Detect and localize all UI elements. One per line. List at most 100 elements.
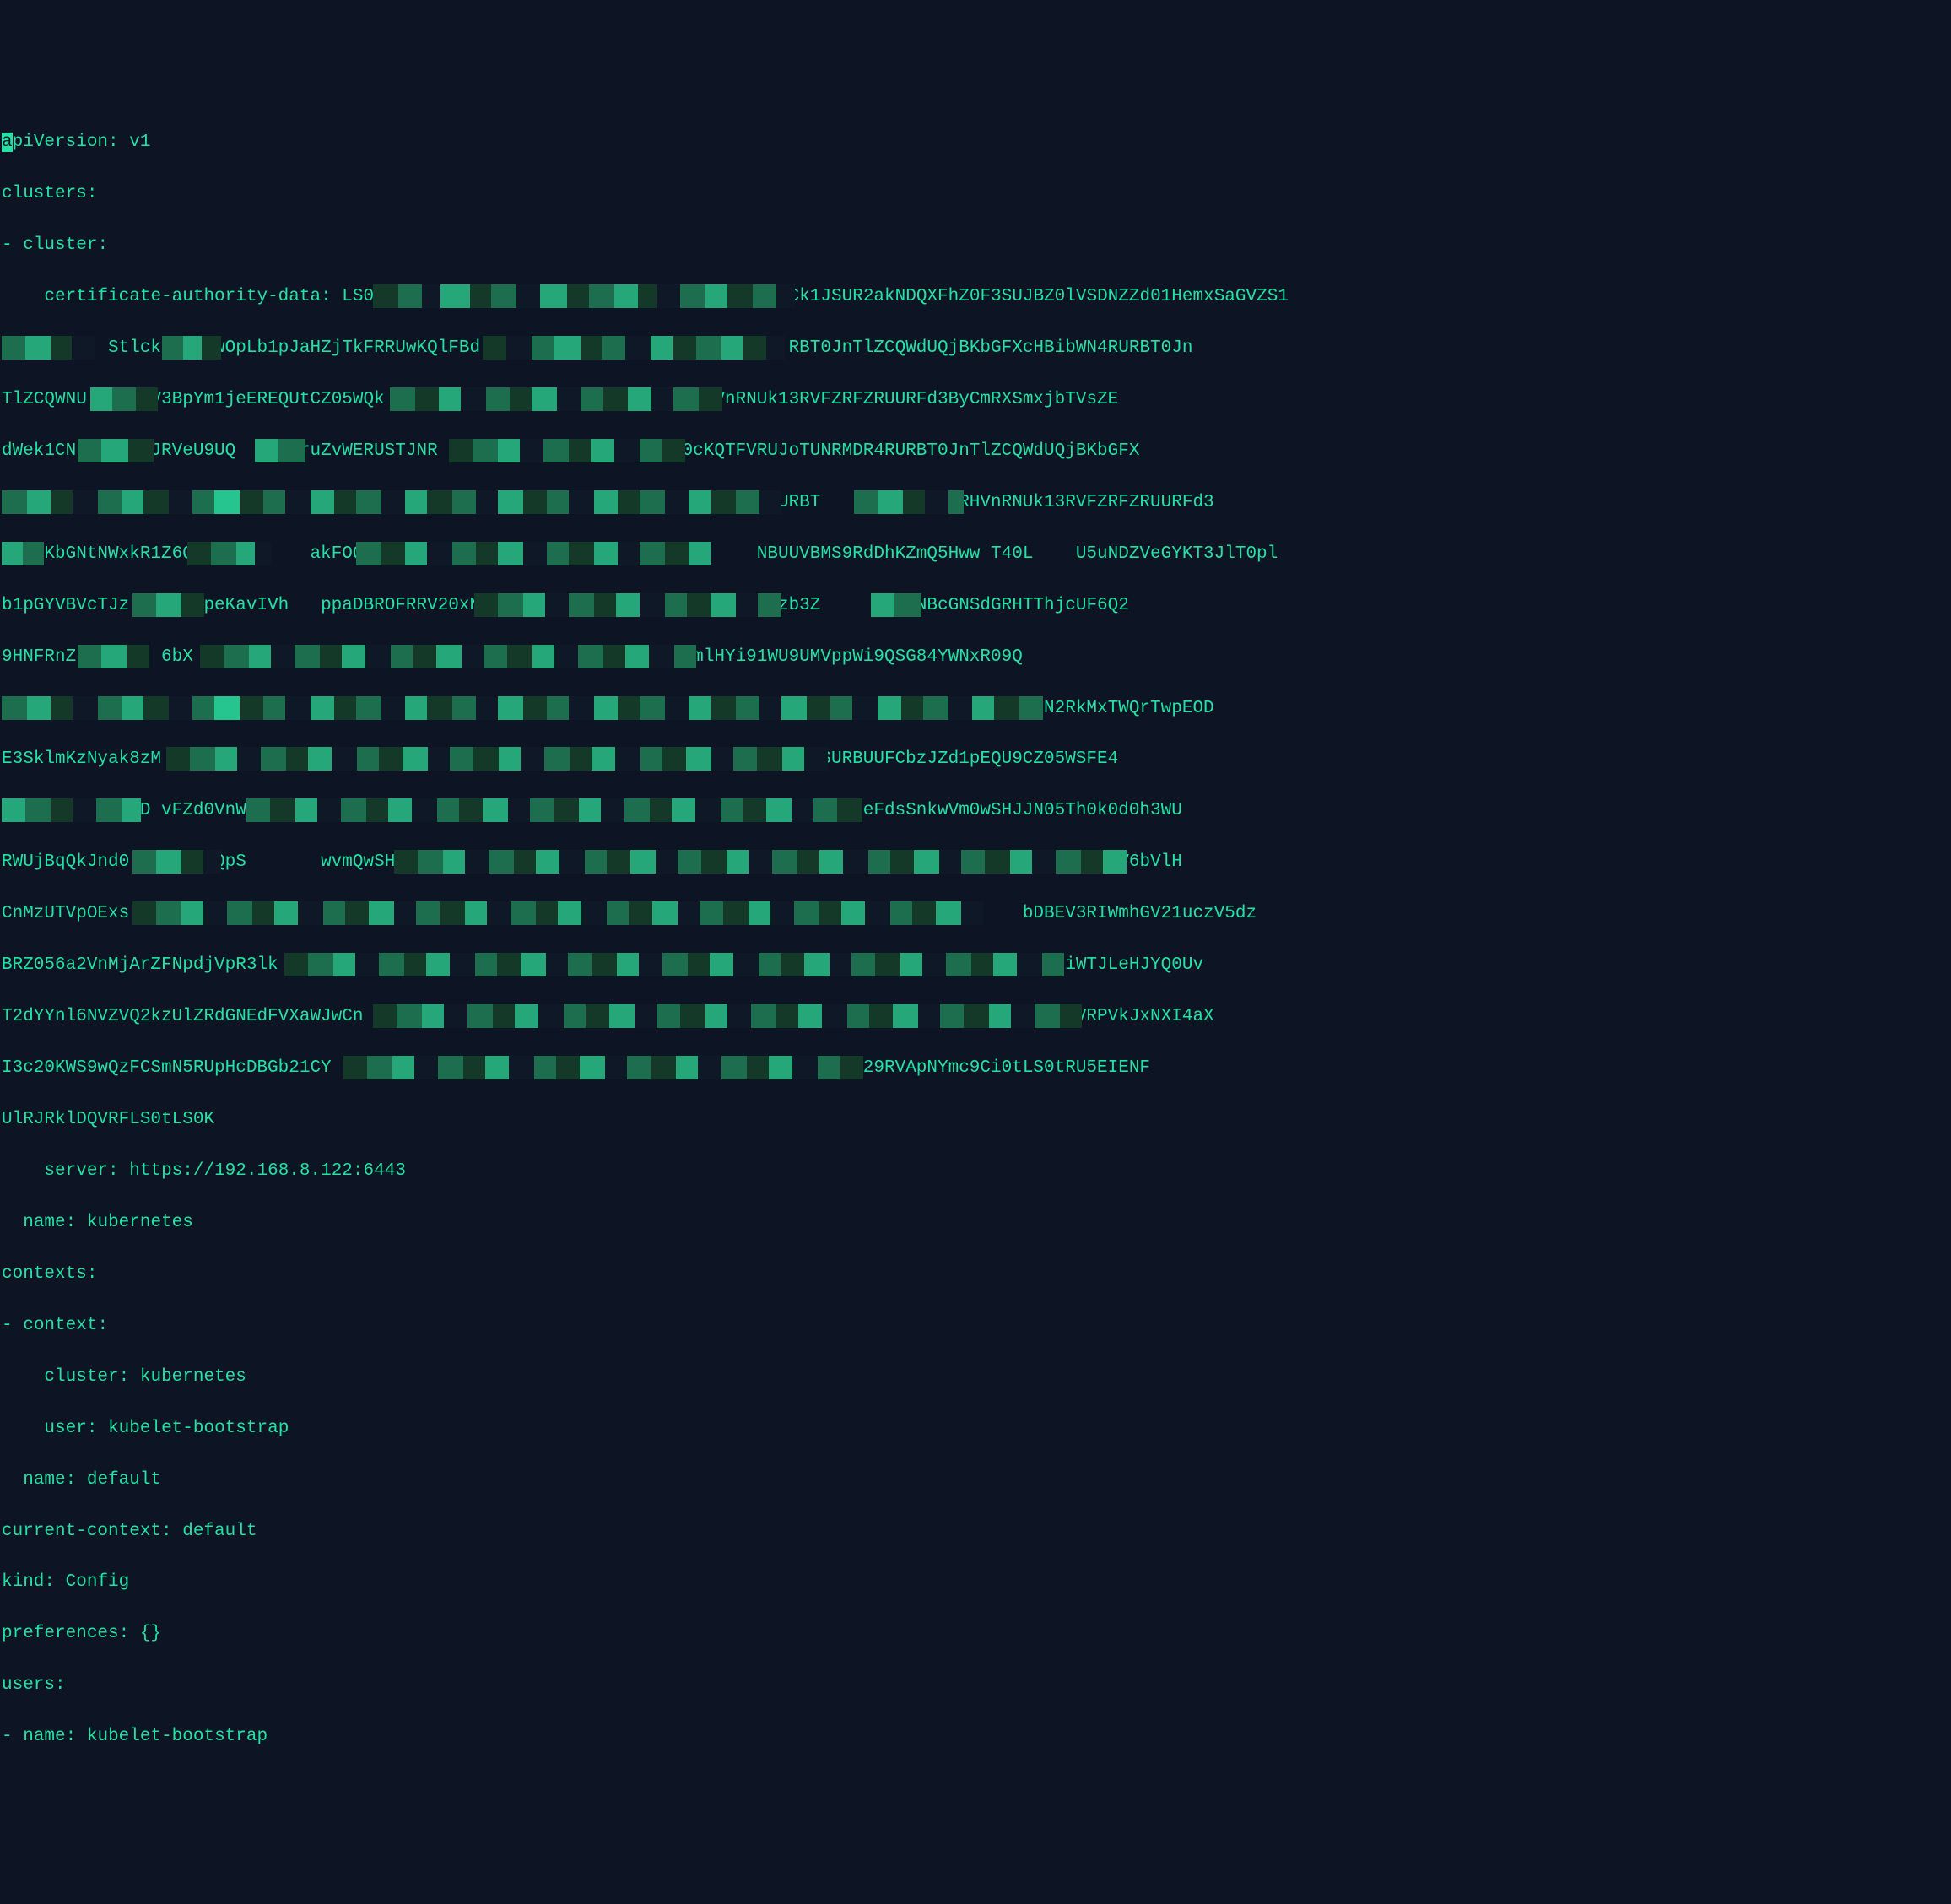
yaml-text: - [2,235,23,255]
yaml-line-cad-cont: TlZCQWNU V3BpYm1jeEREQUtCZ05WQk semRHVnR… [2,387,1949,414]
pixelated-redaction [2,336,103,360]
yaml-line-user-item: - name: kubelet-bootstrap [2,1724,1949,1750]
yaml-key: name [23,1213,65,1232]
cursor: a [2,133,13,152]
yaml-value: Config [66,1572,130,1592]
yaml-text [2,1367,44,1387]
yaml-key: clusters [2,184,87,203]
yaml-key: contexts [2,1264,87,1284]
yaml-key: certificate-authority-data [44,287,321,306]
yaml-line-context-user: user: kubelet-bootstrap [2,1416,1949,1442]
yaml-line-users: users: [2,1673,1949,1699]
yaml-text: - [2,1316,23,1335]
yaml-key: current-context [2,1522,161,1541]
pixelated-redaction [390,387,727,411]
yaml-key: kind [2,1572,44,1592]
yaml-text: piVersion: [13,133,130,152]
yaml-line-cad-cont: b1pGYVBVcTJz peKavIVh ppaDBROFRRV20xN3M … [2,593,1949,619]
yaml-line-cad-cont: BRZ056a2VnMjArZFNpdjVpR3lk iWTJLeHJYQ0Uv [2,953,1949,979]
yaml-line-context-cluster: cluster: kubernetes [2,1365,1949,1391]
yaml-line-context-item: - context: [2,1313,1949,1339]
pixelated-redaction [343,1056,867,1079]
pixelated-redaction [246,798,871,822]
yaml-text: : [119,1367,140,1387]
yaml-line-kind: kind: Config [2,1570,1949,1596]
yaml-text: : [321,287,342,306]
pixelated-redaction [187,542,272,565]
yaml-value: UlRJRklDQVRFLS0tLS0K [2,1110,214,1129]
pixelated-redaction [373,1004,1090,1028]
yaml-line-apiversion: apiVersion: v1 [2,130,1949,156]
pixelated-redaction [166,747,841,771]
yaml-text [2,287,44,306]
yaml-text: : [87,1419,108,1438]
pixelated-redaction [2,542,44,565]
yaml-value: peKavIVh ppaDBROFRRV20xN3M [203,596,501,615]
yaml-value: {} [140,1624,161,1643]
pixelated-redaction [854,490,964,514]
yaml-text: : [97,1316,108,1335]
yaml-text: : [66,1213,87,1232]
yaml-value: TlZCQWNU [2,390,87,409]
yaml-value: 4Z29RVApNYmc9Ci0tLS0tRU5EIENF [842,1058,1150,1078]
pixelated-redaction [474,593,786,617]
yaml-text [2,1419,44,1438]
yaml-text: : [87,184,98,203]
yaml-line-cad: certificate-authority-data: LS0t LS0tCk1… [2,284,1949,311]
yaml-key: server [44,1161,108,1181]
yaml-line-cad-cont: KbGNtNWxkR1Z6Q2s akFOQmd NBUUVBMS9RdDhKZ… [2,542,1949,568]
pixelated-redaction [255,439,305,462]
yaml-text: - [2,1727,23,1746]
pixelated-redaction [132,593,204,617]
yaml-value: V3BpYm1jeEREQUtCZ05WQk [150,390,384,409]
pixelated-redaction [483,336,803,360]
yaml-value: VRPVkJxNXI4aX [1076,1007,1214,1026]
pixelated-redaction [132,850,221,874]
yaml-value: LS0tCk1JSUR2akNDQXFhZ0F3SUJBZ0lVSDNZZd01… [746,287,1289,306]
yaml-value: bDBEV3RIWmhGV21uczV5dz [1023,904,1257,923]
yaml-value: iWTJLeHJYQ0Uv [1065,955,1203,975]
yaml-value: kubelet-bootstrap [108,1419,289,1438]
yaml-text [2,1161,44,1181]
yaml-text: : [161,1522,182,1541]
yaml-text: : [97,235,108,255]
yaml-text: : [66,1727,87,1746]
yaml-line-name: name: kubernetes [2,1210,1949,1236]
yaml-value: LR emlHYi91WU9UMVppWi9QSG84YWNxR09Q [651,647,1023,667]
yaml-line-cluster-item: - cluster: [2,233,1949,259]
pixelated-redaction [78,645,149,668]
yaml-text: : [108,1161,129,1181]
yaml-line-cad-cont: D vFZd0VnW eFdsSnkwVm0wSHJJN05Th0k0d0h3W… [2,798,1949,825]
yaml-value: https://192.168.8.122:6443 [129,1161,406,1181]
yaml-line-cad-cont: RWUjBqQkJnd0 QpS wvmQwSH Rc1V6bVlH [2,850,1949,876]
yaml-key: name [23,1727,65,1746]
pixelated-redaction [394,850,1137,874]
yaml-line-cad-cont: 9HNFRnZ F 6bX LR emlHYi91WU9UMVppWi9QSG8… [2,645,1949,671]
yaml-value: RURBT NsemRHVnRNUk13RVFZRFZRUURFd3 [767,493,1213,512]
yaml-value: dWek1CN [2,441,76,461]
yaml-value: kubernetes [140,1367,246,1387]
yaml-text [2,1470,23,1490]
pixelated-redaction [449,439,694,462]
yaml-key: context [23,1316,97,1335]
yaml-line-cad-cont: UlRJRklDQVRFLS0tLS0K [2,1107,1949,1133]
pixelated-redaction [200,645,698,668]
yaml-value: v1 [129,133,150,152]
pixelated-redaction [356,542,711,565]
pixelated-redaction [2,696,1048,720]
yaml-key: name [23,1470,65,1490]
yaml-line-cad-cont: N2RkMxTWQrTwpEOD [2,696,1949,722]
yaml-value: Ngpzb3Z L5dENBcGNSdGRHTThjcUF6Q2 [746,596,1129,615]
yaml-key: preferences [2,1624,119,1643]
yaml-line-cad-cont: CnMzUTVpOExs bDBEV3RIWmhGV21uczV5dz [2,901,1949,928]
terminal-yaml-viewer: apiVersion: v1 clusters: - cluster: cert… [2,105,1949,1776]
yaml-value: BRZ056a2VnMjArZFNpdjVpR3lk [2,955,278,975]
yaml-line-cad-cont: I3c20KWS9wQzFCSmN5RUpHcDBGb21CY 4Z29RVAp… [2,1056,1949,1082]
yaml-value: J3SURBUUFCbzJZd1pEQU9CZ05WSFE4 [799,749,1118,769]
yaml-text: : [44,1572,65,1592]
yaml-key: user [44,1419,86,1438]
yaml-value: RWUjBqQkJnd0 [2,852,129,872]
yaml-value: E3SklmKzNyak8zM [2,749,161,769]
yaml-value: default [87,1470,161,1490]
pixelated-redaction [2,798,141,822]
